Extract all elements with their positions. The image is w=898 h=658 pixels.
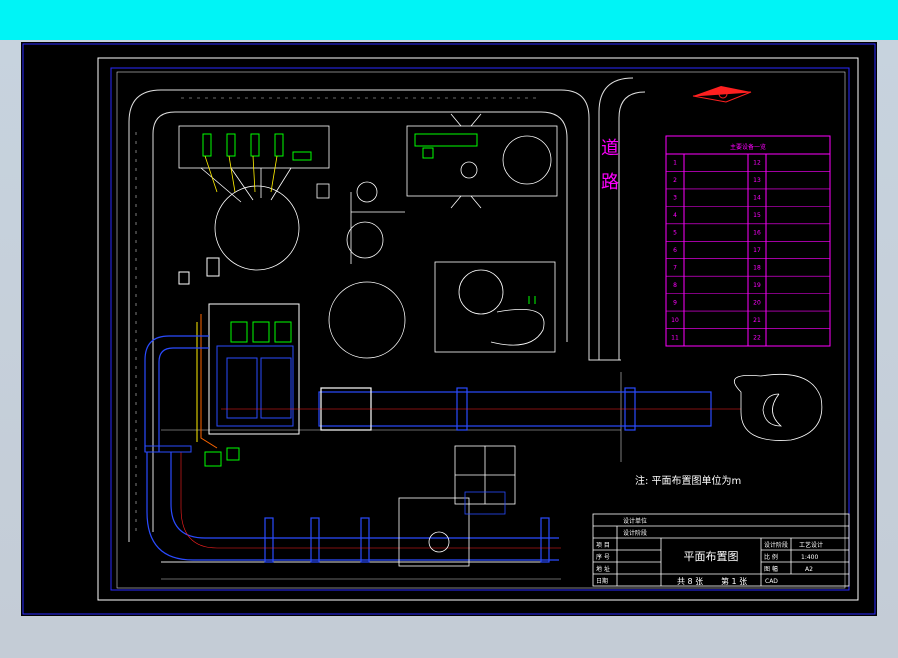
tb-scale-label: 比 例 (764, 553, 778, 561)
legend-number: 1 (673, 160, 677, 167)
legend-number: 16 (753, 230, 761, 237)
tb-addr: 地 址 (596, 565, 610, 573)
legend-number: 18 (753, 264, 761, 271)
coal-mill-green (414, 133, 478, 159)
legend-title: 主要设备一览 (730, 143, 766, 151)
yellow-chutes (204, 155, 278, 193)
legend-number: 21 (753, 317, 761, 324)
legend-number: 5 (673, 230, 677, 237)
preheater-tower (196, 303, 300, 449)
silo-highlights (528, 296, 536, 304)
legend-number: 17 (753, 247, 761, 254)
bottom-kiln-line (144, 335, 559, 563)
legend-number: 11 (671, 334, 679, 341)
legend-number: 10 (671, 317, 679, 324)
tower-green-fans (204, 447, 240, 467)
legend-number: 8 (673, 282, 677, 289)
equipment-legend: 1 122 133 144 155 166 177 188 199 2010 2111 22 主要设备… (665, 135, 831, 347)
tb-sheet-no: 第 1 张 (721, 576, 747, 586)
north-arrow-icon (692, 86, 752, 103)
legend-number: 15 (753, 212, 761, 219)
tb-stage-value: 工艺设计 (799, 541, 823, 549)
tb-code: CAD (765, 578, 778, 585)
tb-scale-value: 1:400 (801, 554, 818, 561)
raw-material-storage (178, 125, 330, 271)
tb-size-value: A2 (805, 566, 813, 573)
legend-number: 12 (753, 160, 761, 167)
legend-number: 13 (753, 177, 761, 184)
cad-drawing-canvas: 道 路 1 12 2 13 3 14 4 15 5 16 6 17 7 18 8… (21, 42, 877, 616)
tb-total-sheets: 共 8 张 (677, 577, 703, 586)
legend-number: 9 (673, 299, 677, 306)
tb-design-stage: 设计阶段 (623, 529, 647, 537)
tb-date: 日期 (596, 577, 608, 585)
title-block-text: 设计单位 设计阶段 项 目 序 号 地 址 日期 平面布置图 设计阶段 工艺设计… (596, 517, 823, 586)
tb-item: 项 目 (596, 542, 610, 549)
legend-number: 6 (673, 247, 677, 254)
tb-size-label: 图 幅 (764, 565, 778, 573)
small-box (178, 271, 190, 285)
legend-number: 22 (753, 334, 761, 341)
legend-number: 19 (753, 282, 761, 289)
legend-number: 2 (673, 177, 677, 184)
tb-seq: 序 号 (596, 553, 610, 561)
silos (328, 181, 556, 359)
blue-connector (144, 445, 192, 453)
legend-number: 14 (753, 195, 761, 202)
tb-design-unit: 设计单位 (623, 517, 647, 525)
coal-mill-building (316, 113, 558, 209)
drawing-frame (22, 43, 876, 615)
tb-stage-label: 设计阶段 (764, 541, 788, 549)
green-feeders (202, 133, 312, 161)
legend-number: 3 (673, 195, 677, 202)
bottom-centerline (180, 452, 561, 549)
legend-number: 4 (673, 212, 677, 219)
control-box (206, 257, 220, 277)
kiln-head (734, 373, 823, 441)
road-label-2: 路 (601, 172, 619, 193)
drawing-note: 注: 平面布置图单位为m (635, 474, 741, 487)
site-road (128, 77, 646, 563)
legend-number: 7 (673, 264, 677, 271)
road-label-1: 道 (601, 138, 619, 159)
tb-sheet-title: 平面布置图 (684, 550, 739, 563)
legend-number: 20 (753, 299, 761, 306)
